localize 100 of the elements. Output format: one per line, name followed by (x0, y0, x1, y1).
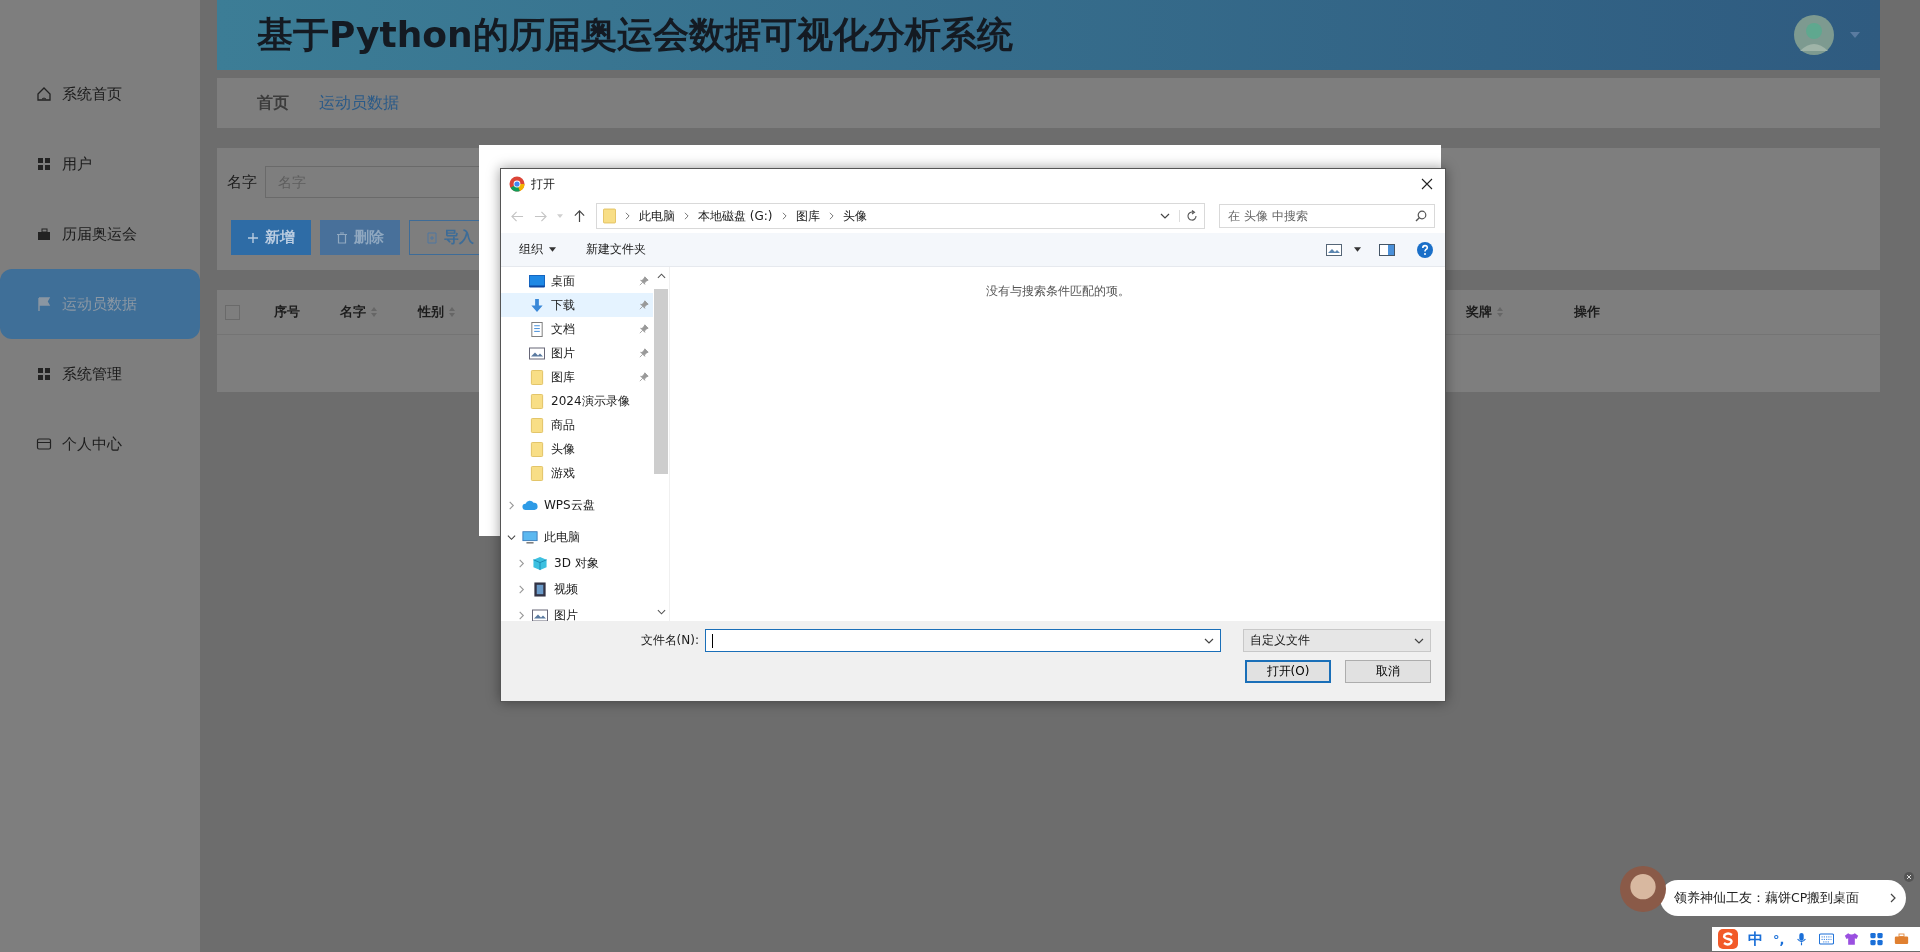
desktop-icon (529, 273, 545, 289)
preview-pane-icon[interactable] (1379, 243, 1395, 256)
path-segment[interactable]: 图库 (795, 207, 820, 225)
chevron-icon (625, 212, 630, 220)
punctuation-toggle[interactable]: °, (1773, 931, 1785, 947)
down-arrow-icon (529, 297, 545, 313)
nav-item[interactable]: 商品 (501, 413, 653, 437)
toolbox-icon[interactable] (1894, 932, 1910, 946)
notification[interactable]: 领养神仙工友：藕饼CP搬到桌面 (1660, 880, 1906, 916)
dropdown-icon[interactable] (1160, 213, 1170, 219)
column-header[interactable]: 名字 (340, 303, 378, 321)
search-field[interactable]: 在 头像 中搜索 (1219, 204, 1435, 228)
tree-item[interactable]: 视频 (501, 577, 653, 601)
pictures-icon (532, 607, 548, 621)
folder-icon (603, 208, 616, 224)
chevron-icon[interactable] (1890, 893, 1896, 903)
sidebar-item[interactable]: 系统首页 (0, 72, 200, 116)
field-label: 文件名(N): (640, 632, 699, 649)
cube-icon (532, 555, 548, 571)
nav-item[interactable]: 文档 (501, 317, 653, 341)
folder-icon (529, 465, 545, 481)
pin-icon[interactable] (639, 372, 649, 382)
briefcase-icon (36, 226, 52, 242)
browser-icon (509, 176, 525, 192)
tree-item[interactable]: 图片 (501, 603, 653, 621)
flag-icon (36, 296, 52, 312)
nav-item[interactable]: 头像 (501, 437, 653, 461)
field-label: 名字 (227, 172, 257, 192)
tree-item[interactable]: 此电脑 (501, 525, 653, 549)
chevron-icon (684, 212, 689, 220)
chevron-icon (781, 212, 787, 220)
card-icon (36, 436, 52, 452)
trash-icon (336, 231, 348, 244)
folder-icon (529, 393, 545, 409)
avatar-icon[interactable] (1794, 15, 1834, 55)
scroll-up-icon[interactable] (656, 273, 666, 279)
nav-item[interactable]: 桌面 (501, 269, 653, 293)
forward-icon[interactable] (534, 209, 547, 223)
caret-icon[interactable] (1354, 247, 1361, 252)
avatar-icon (1620, 866, 1666, 912)
dialog-title: 打开 (531, 175, 556, 193)
folder-icon (529, 417, 545, 433)
shirt-icon[interactable] (1844, 932, 1860, 946)
filename-field[interactable] (705, 629, 1221, 652)
up-arrow-icon[interactable] (573, 209, 586, 223)
computer-icon (522, 529, 538, 545)
ime-mode-toggle[interactable]: 中 (1748, 929, 1763, 949)
filetype-select[interactable]: 自定义文件 (1243, 629, 1431, 652)
empty-message: 没有与搜索条件匹配的项。 (985, 283, 1130, 300)
folder-icon (529, 369, 545, 385)
nav-item[interactable]: 2024演示录像 (501, 389, 653, 413)
sidebar-item[interactable]: 用户 (0, 142, 200, 186)
pin-icon[interactable] (639, 276, 649, 286)
sidebar-item[interactable]: 个人中心 (0, 422, 200, 466)
pictures-icon (529, 345, 545, 361)
column-header[interactable]: 性别 (418, 303, 456, 321)
sidebar-item[interactable]: 系统管理 (0, 352, 200, 396)
nav-item[interactable]: 游戏 (501, 461, 653, 485)
grid-icon (36, 366, 52, 382)
close-icon[interactable] (1421, 178, 1433, 190)
nav-item[interactable]: 下载 (501, 293, 653, 317)
toolbar-button[interactable]: 新建文件夹 (586, 241, 646, 258)
input-method-logo-icon[interactable] (1718, 929, 1738, 949)
dropdown-icon[interactable] (1204, 637, 1214, 644)
home-icon (36, 86, 52, 102)
grid-icon[interactable] (1869, 932, 1885, 946)
pin-icon[interactable] (639, 300, 649, 310)
plus-icon (247, 231, 259, 244)
sidebar-item[interactable]: 历届奥运会 (0, 212, 200, 256)
column-header[interactable]: 序号 (274, 303, 300, 321)
tree-item[interactable]: WPS云盘 (501, 493, 653, 517)
back-icon[interactable] (511, 209, 524, 223)
scroll-down-icon[interactable] (656, 609, 666, 615)
folder-icon (529, 441, 545, 457)
nav-item[interactable]: 图库 (501, 365, 653, 389)
document-icon (529, 321, 545, 337)
refresh-icon[interactable] (1179, 210, 1198, 222)
view-icon[interactable] (1326, 243, 1342, 256)
path-segment[interactable]: 头像 (842, 207, 867, 225)
keyboard-icon[interactable] (1819, 932, 1835, 946)
caret-icon (549, 247, 556, 252)
toolbar-button[interactable]: 组织 (519, 241, 556, 258)
pin-icon[interactable] (639, 324, 649, 334)
help-icon[interactable] (1417, 241, 1433, 258)
grid-icon (36, 156, 52, 172)
tree-item[interactable]: 3D 对象 (501, 551, 653, 575)
path-segment[interactable]: 本地磁盘 (G:) (698, 207, 773, 225)
dialog-button[interactable]: 打开(O) (1245, 660, 1331, 683)
chevron-icon (828, 212, 834, 220)
expander-icon[interactable] (507, 532, 516, 542)
path-segment[interactable]: 此电脑 (639, 207, 675, 225)
dialog-button[interactable]: 取消 (1345, 660, 1431, 683)
search-icon[interactable] (1415, 210, 1427, 222)
dropdown-icon (1414, 637, 1424, 644)
address-bar[interactable]: 此电脑 本地磁盘 (G:) 图库 头像 (596, 203, 1205, 229)
pin-icon[interactable] (639, 348, 649, 358)
column-header[interactable]: 操作 (1574, 303, 1600, 321)
app-title: 基于Python的历届奥运会数据可视化分析系统 (257, 12, 1014, 57)
column-header[interactable]: 奖牌 (1466, 303, 1504, 321)
nav-item[interactable]: 图片 (501, 341, 653, 365)
